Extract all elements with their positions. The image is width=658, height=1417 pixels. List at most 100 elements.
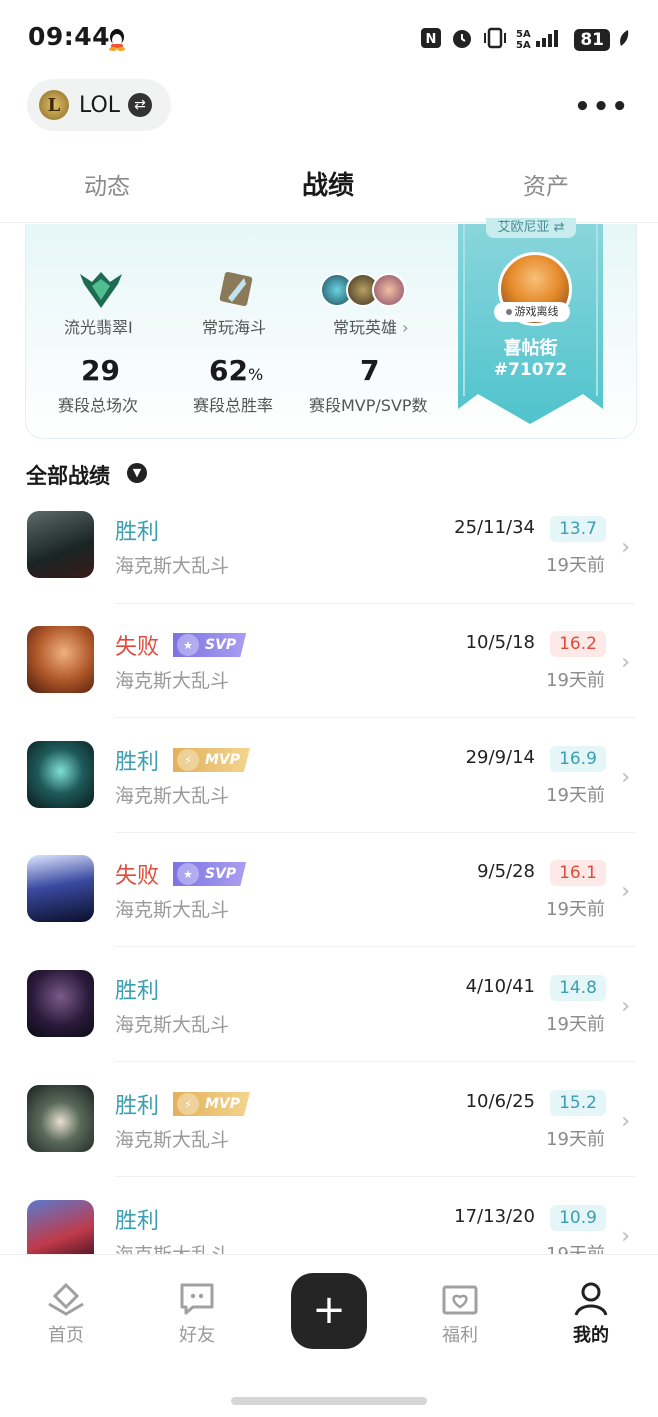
match-result: 胜利 (115, 1209, 160, 1234)
chevron-right-icon: › (621, 1109, 630, 1134)
rank-label: 流光翡翠I (64, 318, 133, 337)
create-post-button[interactable]: + (291, 1273, 367, 1349)
match-result: 失败 (115, 635, 160, 660)
champion-portrait (27, 855, 94, 922)
swap-icon: ⇄ (128, 93, 153, 117)
row-divider (115, 1061, 635, 1062)
nav-home-label: 首页 (48, 1325, 84, 1346)
more-icon[interactable]: ••• (574, 92, 630, 122)
svg-text:5A: 5A (516, 29, 531, 40)
player-nickname: 喜帖街 (503, 338, 558, 359)
match-mode: 海克斯大乱斗 (115, 1014, 230, 1036)
champion-portrait (27, 970, 94, 1037)
heroes-link[interactable]: 常玩英雄 › (333, 314, 409, 338)
status-dot-icon (505, 309, 512, 315)
medal-icon: ★ (177, 634, 199, 656)
home-indicator (231, 1397, 427, 1405)
stat-mvp: 7 (360, 354, 380, 387)
online-status: 游戏离线 (494, 302, 570, 322)
stat-winrate: 62% (209, 354, 264, 387)
nav-profile-label: 我的 (573, 1325, 609, 1346)
match-mode: 海克斯大乱斗 (115, 785, 230, 807)
battery-level: 81 (574, 29, 610, 51)
chevron-right-icon: › (621, 650, 630, 675)
profile-icon (551, 1281, 631, 1317)
match-kda: 10/6/25 (465, 1091, 535, 1112)
match-kda: 29/9/14 (465, 747, 535, 768)
match-kda: 10/5/18 (465, 632, 535, 653)
match-result: 胜利 (115, 520, 160, 545)
match-mode: 海克斯大乱斗 (115, 899, 230, 921)
row-divider (115, 1176, 635, 1177)
champion-portrait (27, 511, 94, 578)
leaf-icon (618, 29, 630, 51)
match-time: 19天前 (546, 899, 605, 920)
match-time: 19天前 (546, 555, 605, 576)
stat-winrate-label: 赛段总胜率 (193, 396, 274, 415)
match-row[interactable]: 胜利 海克斯大乱斗 25/11/34 13.7 19天前 › (0, 511, 658, 626)
match-score: 16.1 (550, 860, 606, 886)
chat-icon (157, 1281, 237, 1317)
nav-profile[interactable]: 我的 (551, 1281, 631, 1347)
status-time: 09:44 (28, 22, 111, 51)
champion-portrait (27, 741, 94, 808)
match-row[interactable]: 胜利 海克斯大乱斗 4/10/41 14.8 19天前 › (0, 970, 658, 1085)
chevron-right-icon: › (621, 1224, 630, 1249)
alarm-icon (450, 26, 474, 54)
server-switch[interactable]: 艾欧尼亚 ⇄ (486, 218, 576, 238)
row-divider (115, 832, 635, 833)
row-divider (115, 946, 635, 947)
home-icon (26, 1281, 106, 1317)
match-time: 19天前 (546, 1129, 605, 1150)
match-result: 胜利 (115, 1094, 160, 1119)
match-mode: 海克斯大乱斗 (115, 670, 230, 692)
nav-home[interactable]: 首页 (26, 1281, 106, 1347)
match-score: 14.8 (550, 975, 606, 1001)
match-row[interactable]: 胜利 ⚡ MVP 海克斯大乱斗 29/9/14 16.9 19天前 › (0, 741, 658, 856)
nav-friends-label: 好友 (179, 1325, 215, 1346)
gift-icon (420, 1281, 500, 1317)
stat-mvp-label: 赛段MVP/SVP数 (309, 396, 428, 415)
match-time: 19天前 (546, 670, 605, 691)
match-row[interactable]: 失败 ★ SVP 海克斯大乱斗 9/5/28 16.1 19天前 › (0, 855, 658, 970)
match-score: 16.2 (550, 631, 606, 657)
match-kda: 25/11/34 (454, 517, 535, 538)
game-name: LOL (79, 92, 121, 118)
lol-logo-icon: L (39, 90, 69, 120)
match-result: 失败 (115, 864, 160, 889)
tab-assets[interactable]: 资产 (523, 167, 569, 201)
status-icons: N 5A 5A 81 (420, 26, 630, 54)
stat-matches: 29 (81, 354, 120, 387)
qq-icon (107, 27, 127, 55)
svg-text:5A: 5A (516, 40, 531, 49)
stat-matches-label: 赛段总场次 (58, 396, 139, 415)
match-kda: 17/13/20 (454, 1206, 535, 1227)
match-row[interactable]: 失败 ★ SVP 海克斯大乱斗 10/5/18 16.2 19天前 › (0, 626, 658, 741)
filter-title[interactable]: 全部战绩 (26, 460, 110, 490)
match-result: 胜利 (115, 979, 160, 1004)
nav-friends[interactable]: 好友 (157, 1281, 237, 1347)
player-tag: #71072 (493, 360, 568, 380)
medal-icon: ★ (177, 863, 199, 885)
match-mode: 海克斯大乱斗 (115, 555, 230, 577)
match-mode: 海克斯大乱斗 (115, 1129, 230, 1151)
signal-icon: 5A 5A (516, 27, 566, 53)
chevron-right-icon: › (397, 318, 409, 337)
tab-feed[interactable]: 动态 (84, 167, 130, 201)
heroes-avatars[interactable] (320, 273, 406, 307)
svp-badge: ★ SVP (173, 633, 247, 657)
chevron-down-icon[interactable]: ▼ (127, 463, 147, 483)
chevron-right-icon: › (621, 994, 630, 1019)
vibrate-icon (482, 27, 508, 53)
champion-portrait (27, 626, 94, 693)
game-switcher[interactable]: L LOL ⇄ (27, 79, 171, 131)
match-row[interactable]: 胜利 ⚡ MVP 海克斯大乱斗 10/6/25 15.2 19天前 › (0, 1085, 658, 1200)
match-time: 19天前 (546, 1014, 605, 1035)
position-icon (216, 270, 256, 312)
mvp-badge: ⚡ MVP (173, 748, 251, 772)
tab-records[interactable]: 战绩 (302, 165, 354, 202)
chevron-right-icon: › (621, 765, 630, 790)
chevron-right-icon: › (621, 879, 630, 904)
nav-benefits[interactable]: 福利 (420, 1281, 500, 1347)
match-kda: 9/5/28 (477, 861, 535, 882)
